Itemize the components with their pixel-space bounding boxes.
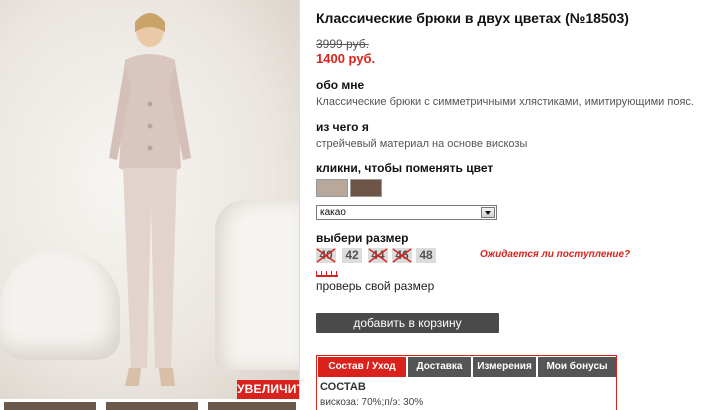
tab-composition-care[interactable]: Состав / Уход	[318, 357, 406, 377]
material-heading: из чего я	[316, 120, 369, 134]
thumbnail-2[interactable]	[106, 402, 198, 410]
product-photo[interactable]: УВЕЛИЧИТЬ	[0, 0, 300, 399]
unavailable-cross-icon	[316, 248, 336, 263]
size-value: 42	[345, 248, 359, 262]
size-value: 48	[419, 248, 433, 262]
ruler-icon[interactable]	[316, 271, 338, 277]
size-heading: выбери размер	[316, 231, 409, 245]
color-swatch-beige[interactable]	[316, 179, 348, 197]
color-select[interactable]: какао	[316, 205, 497, 220]
add-to-cart-button[interactable]: добавить в корзину	[316, 313, 499, 333]
tab-bonuses[interactable]: Мои бонусы	[538, 357, 616, 377]
unavailable-cross-icon	[392, 248, 412, 263]
thumbnail-strip	[0, 402, 300, 410]
about-heading: обо мне	[316, 78, 365, 92]
thumbnail-3[interactable]	[208, 402, 296, 410]
color-select-value: какао	[320, 207, 346, 218]
size-option-42[interactable]: 42	[342, 248, 362, 263]
tab-content-title: СОСТАВ	[320, 381, 366, 393]
size-option-48[interactable]: 48	[416, 248, 436, 263]
tab-delivery[interactable]: Доставка	[408, 357, 471, 377]
chevron-down-icon[interactable]	[481, 207, 495, 218]
check-size-link[interactable]: проверь свой размер	[316, 279, 434, 293]
material-text: стрейчевый материал на основе вискозы	[316, 138, 528, 150]
size-option-46: 46	[392, 248, 412, 263]
restock-inquiry-link[interactable]: Ожидается ли поступление?	[480, 249, 630, 260]
tab-measurements[interactable]: Измерения	[473, 357, 536, 377]
size-option-44: 44	[368, 248, 388, 263]
color-swatch-cacao[interactable]	[350, 179, 382, 197]
model-figure	[109, 13, 191, 386]
unavailable-cross-icon	[368, 248, 388, 263]
chair-decor	[215, 200, 299, 370]
thumbnail-1[interactable]	[4, 402, 96, 410]
product-title: Классические брюки в двух цветах (№18503…	[316, 10, 629, 26]
tab-content-text: вискоза: 70%;п/э: 30%	[320, 397, 424, 408]
size-option-40: 40	[316, 248, 336, 263]
old-price: 3999 руб.	[316, 37, 369, 51]
current-price: 1400 руб.	[316, 51, 376, 66]
about-text: Классические брюки с симметричными хляст…	[316, 96, 694, 108]
zoom-button[interactable]: УВЕЛИЧИТЬ	[237, 380, 299, 399]
color-heading: кликни, чтобы поменять цвет	[316, 161, 494, 175]
